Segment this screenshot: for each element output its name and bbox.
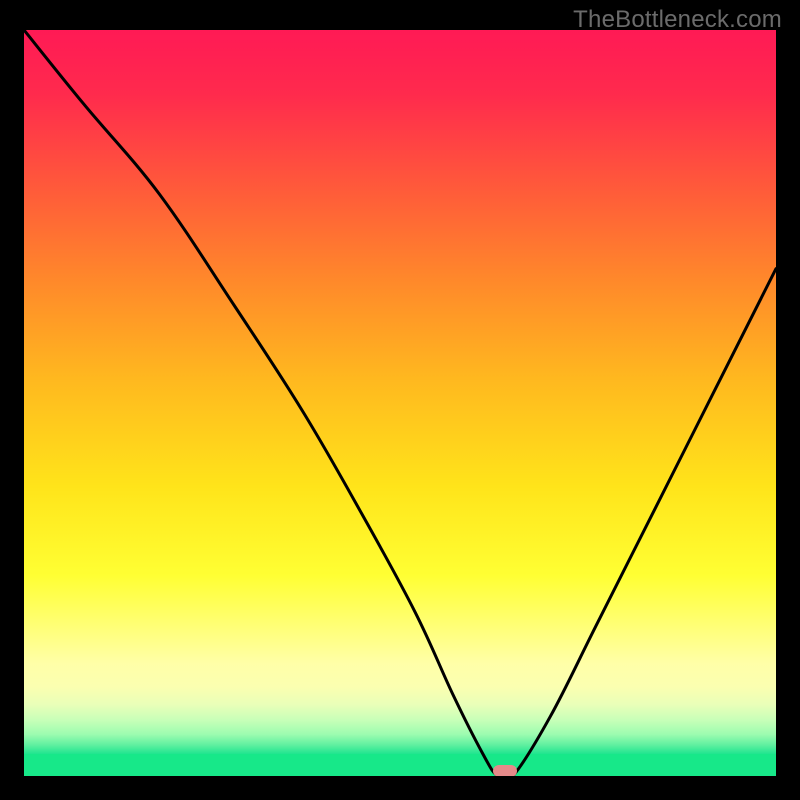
chart-frame: TheBottleneck.com [0, 0, 800, 800]
bottleneck-curve [24, 30, 776, 776]
optimal-marker [493, 765, 517, 776]
plot-area [24, 30, 776, 776]
watermark-text: TheBottleneck.com [573, 6, 782, 34]
curve-path [24, 30, 776, 776]
